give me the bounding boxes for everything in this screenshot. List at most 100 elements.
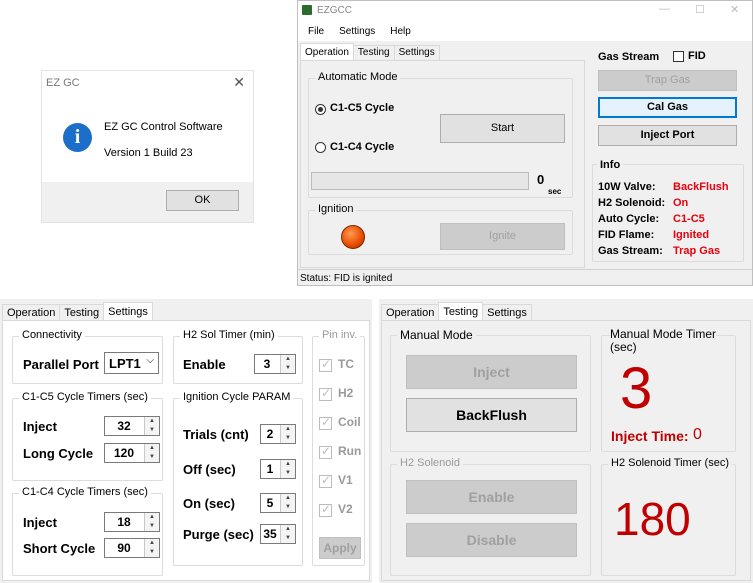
tab-settings[interactable]: Settings: [103, 302, 153, 322]
inject-port-button[interactable]: Inject Port: [598, 125, 737, 146]
enable-button[interactable]: Enable: [406, 480, 577, 514]
radio-c1c5[interactable]: [315, 104, 326, 115]
long-cycle-spinner[interactable]: 120 ▲ ▼: [104, 443, 160, 463]
spinner-value: 18: [117, 515, 131, 529]
spinner-arrows[interactable]: ▲ ▼: [280, 355, 295, 373]
info-key: Auto Cycle:: [598, 213, 660, 225]
dialog-line2: Version 1 Build 23: [104, 147, 193, 159]
h2-solenoid-timer-group: H2 Solenoid Timer (sec) 180: [601, 457, 736, 576]
cycle-progress-bar: [311, 172, 529, 190]
pin-h2-label: H2: [338, 386, 354, 400]
title-bar: EZGCC — ☐ ✕: [298, 1, 752, 21]
apply-button[interactable]: Apply: [319, 537, 361, 559]
spinner-value: 2: [266, 427, 274, 441]
radio-c1c4-label[interactable]: C1-C4 Cycle: [330, 141, 394, 153]
parallel-port-select[interactable]: LPT1 ⌵: [104, 352, 159, 374]
h2-solenoid-group: H2 Solenoid Enable Disable: [390, 457, 591, 576]
select-value: LPT1: [109, 356, 141, 371]
spinner-arrows[interactable]: ▲ ▼: [144, 513, 159, 531]
inject-spinner[interactable]: 32 ▲ ▼: [104, 416, 160, 436]
trials-label: Trials (cnt): [183, 427, 249, 442]
close-icon[interactable]: ✕: [730, 3, 739, 16]
fid-label: FID: [688, 50, 706, 62]
info-value: Trap Gas: [673, 245, 721, 257]
pin-coil-checkbox[interactable]: [319, 415, 332, 430]
spinner-arrows[interactable]: ▲ ▼: [144, 444, 159, 462]
info-value: Ignited: [673, 229, 710, 241]
progress-unit: sec: [548, 187, 562, 196]
h2-sol-timer-group: H2 Sol Timer (min) Enable 3 ▲ ▼: [173, 329, 303, 384]
inject-spinner[interactable]: 18 ▲ ▼: [104, 512, 160, 532]
dialog-footer: OK: [42, 182, 253, 222]
ignite-button[interactable]: Ignite: [440, 223, 565, 250]
main-window: EZGCC — ☐ ✕ File Settings Help Operation…: [297, 0, 753, 286]
testing-panel: Manual Mode Inject BackFlush Manual Mode…: [381, 320, 751, 581]
spinner-arrows[interactable]: ▲ ▼: [280, 525, 295, 543]
inject-time-value: 0: [693, 426, 702, 443]
backflush-button[interactable]: BackFlush: [406, 398, 577, 432]
tab-operation[interactable]: Operation: [300, 43, 354, 61]
ignition-group: Ignition Ignite: [308, 203, 573, 255]
spinner-arrows[interactable]: ▲ ▼: [280, 425, 295, 443]
about-dialog: EZ GC ✕ i EZ GC Control Software Version…: [41, 70, 254, 223]
enable-spinner[interactable]: 3 ▲ ▼: [254, 354, 296, 374]
pin-v2-checkbox[interactable]: [319, 502, 332, 517]
trap-gas-button[interactable]: Trap Gas: [598, 70, 737, 91]
progress-value: 0: [537, 172, 545, 187]
group-title: H2 Solenoid: [397, 457, 463, 469]
off-spinner[interactable]: 1 ▲ ▼: [260, 459, 296, 479]
cal-gas-button[interactable]: Cal Gas: [598, 97, 737, 118]
spinner-arrows[interactable]: ▲ ▼: [280, 494, 295, 512]
pin-tc-label: TC: [338, 357, 354, 371]
menu-help[interactable]: Help: [390, 26, 411, 41]
spinner-value: 120: [113, 446, 135, 460]
fid-checkbox[interactable]: [673, 51, 684, 62]
trials-spinner[interactable]: 2 ▲ ▼: [260, 424, 296, 444]
pin-tc-checkbox[interactable]: [319, 357, 332, 372]
ok-button[interactable]: OK: [166, 190, 239, 211]
c1c4-timers-group: C1-C4 Cycle Timers (sec) Inject 18 ▲ ▼ Sho…: [12, 486, 163, 576]
menu-settings[interactable]: Settings: [339, 26, 375, 41]
start-button[interactable]: Start: [440, 114, 565, 143]
menu-file[interactable]: File: [308, 26, 324, 41]
group-title: Info: [597, 159, 624, 171]
group-title: C1-C4 Cycle Timers (sec): [19, 486, 151, 498]
group-title: Connectivity: [19, 329, 85, 341]
inject-time-label: Inject Time:: [611, 428, 689, 444]
automatic-mode-group: Automatic Mode C1-C5 Cycle Start C1-C4 C…: [308, 71, 573, 198]
tab-testing[interactable]: Testing: [438, 302, 484, 322]
h2-timer-value: 180: [614, 493, 691, 545]
pin-run-checkbox[interactable]: [319, 444, 332, 459]
disable-button[interactable]: Disable: [406, 523, 577, 557]
spinner-value: 90: [117, 541, 131, 555]
spinner-value: 5: [266, 496, 274, 510]
spinner-arrows[interactable]: ▲ ▼: [144, 539, 159, 557]
radio-c1c5-label[interactable]: C1-C5 Cycle: [330, 102, 394, 114]
purge-label: Purge (sec): [183, 527, 254, 542]
spinner-arrows[interactable]: ▲ ▼: [280, 460, 295, 478]
pin-h2-checkbox[interactable]: [319, 386, 332, 401]
minimize-icon[interactable]: —: [659, 3, 670, 15]
info-icon: i: [63, 123, 92, 152]
group-title: Manual Mode: [397, 328, 476, 342]
maximize-icon[interactable]: ☐: [695, 3, 705, 16]
on-label: On (sec): [183, 496, 236, 511]
info-key: Gas Stream:: [598, 245, 663, 257]
ignition-lamp: [341, 225, 365, 249]
purge-spinner[interactable]: 35 ▲ ▼: [260, 524, 296, 544]
close-icon[interactable]: ✕: [233, 74, 245, 91]
spinner-arrows[interactable]: ▲ ▼: [144, 417, 159, 435]
info-key: 10W Valve:: [598, 181, 656, 193]
on-spinner[interactable]: 5 ▲ ▼: [260, 493, 296, 513]
gas-stream-label: Gas Stream: [598, 51, 660, 63]
settings-window: Operation Testing Settings Connectivity …: [0, 299, 372, 583]
short-cycle-spinner[interactable]: 90 ▲ ▼: [104, 538, 160, 558]
pin-run-label: Run: [338, 444, 362, 458]
spinner-value: 35: [263, 527, 277, 541]
radio-c1c4[interactable]: [315, 142, 326, 153]
group-title: C1-C5 Cycle Timers (sec): [19, 391, 151, 403]
spinner-value: 32: [117, 419, 131, 433]
inject-button[interactable]: Inject: [406, 355, 577, 389]
manual-timer-value: 3: [620, 356, 653, 421]
pin-v1-checkbox[interactable]: [319, 473, 332, 488]
